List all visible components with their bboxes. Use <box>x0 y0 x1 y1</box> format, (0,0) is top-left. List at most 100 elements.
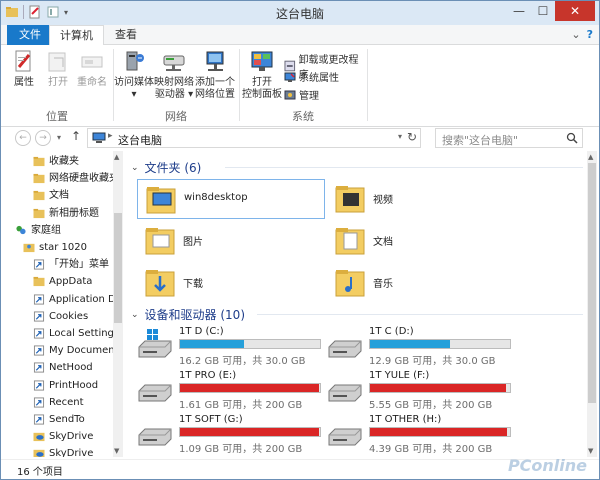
folder-icon <box>33 191 45 201</box>
scrollbar-thumb[interactable] <box>588 163 596 403</box>
drive-usage-fill <box>370 340 450 348</box>
nav-item[interactable]: star 1020 <box>1 239 113 256</box>
drive-name: 1T SOFT (G:) <box>179 414 243 425</box>
nav-item-label: Application Data <box>49 293 113 305</box>
drive-free-space: 1.09 GB 可用，共 200 GB <box>179 444 303 455</box>
nav-item[interactable]: Local Settings <box>1 325 113 342</box>
scrollbar-thumb[interactable] <box>114 213 122 323</box>
open-button[interactable]: 打开 <box>43 49 73 89</box>
content-scrollbar[interactable]: ▲ ▼ <box>587 151 597 457</box>
recent-locations-icon[interactable]: ▾ <box>57 130 61 146</box>
drive-tile[interactable]: 1T D (C:) 16.2 GB 可用，共 30.0 GB <box>135 325 325 367</box>
folder-tile[interactable]: win8desktop <box>137 179 325 219</box>
nav-item[interactable]: Cookies <box>1 308 113 325</box>
collapse-chevron-icon[interactable]: ⌄ <box>131 163 139 173</box>
map-drive-text: 驱动器 <box>154 89 185 100</box>
help-icon[interactable]: ? <box>587 28 593 41</box>
status-bar: 16 个项目 PConline <box>1 456 599 479</box>
control-panel-button[interactable]: 打开 控制面板 <box>242 49 282 101</box>
access-media-label: 访问媒体 ▾ <box>114 77 154 100</box>
hard-drive-icon <box>138 384 172 402</box>
nav-item[interactable]: SkyDrive <box>1 428 113 445</box>
nav-pane-scrollbar[interactable]: ▲ ▼ <box>113 151 123 457</box>
drive-tile[interactable]: 1T SOFT (G:) 1.09 GB 可用，共 200 GB <box>135 413 325 455</box>
nav-item[interactable]: 文档 <box>1 187 113 204</box>
rename-button[interactable]: 重命名 <box>75 49 109 89</box>
system-properties-button[interactable]: 系统属性 <box>284 69 339 84</box>
nav-item[interactable]: PrintHood <box>1 377 113 394</box>
nav-item[interactable]: 「开始」菜单 <box>1 256 113 273</box>
drive-usage-fill <box>180 340 245 348</box>
properties-button[interactable]: 属性 <box>9 49 39 89</box>
shortcut-icon <box>33 345 45 356</box>
nav-item[interactable]: 新相册标题 <box>1 205 113 222</box>
shortcut-icon <box>33 294 45 305</box>
nav-item-label: star 1020 <box>39 242 87 253</box>
folder-tile[interactable]: 下载 <box>137 263 325 303</box>
scroll-up-icon[interactable]: ▲ <box>114 153 119 161</box>
drive-usage-fill <box>370 384 506 392</box>
breadcrumb-arrow-icon[interactable]: ▸ <box>108 131 113 141</box>
tab-file[interactable]: 文件 <box>7 25 53 45</box>
folder-tile[interactable]: 视频 <box>327 179 515 219</box>
folders-section-header[interactable]: ⌄ 文件夹 (6) <box>131 159 201 176</box>
nav-item-label: Local Settings <box>49 328 113 339</box>
nav-item[interactable]: 收藏夹 <box>1 153 113 170</box>
nav-item-label: NetHood <box>49 362 93 374</box>
tab-view[interactable]: 查看 <box>105 25 147 45</box>
maximize-button[interactable]: ☐ <box>531 1 555 21</box>
back-button[interactable]: ← <box>15 130 31 146</box>
manage-button[interactable]: 管理 <box>284 87 319 102</box>
drive-usage-bar <box>179 427 321 437</box>
folder-tile[interactable]: 音乐 <box>327 263 515 303</box>
drive-name: 1T C (D:) <box>369 326 414 337</box>
folder-icon <box>33 174 45 184</box>
up-button[interactable]: ↑ <box>71 129 81 143</box>
search-icon[interactable] <box>566 132 578 144</box>
collapse-ribbon-icon[interactable]: ⌄ <box>571 28 580 41</box>
tab-computer[interactable]: 计算机 <box>49 25 104 46</box>
shortcut-icon <box>33 362 45 373</box>
scroll-down-icon[interactable]: ▼ <box>588 447 593 455</box>
nav-item[interactable]: Application Data <box>1 291 113 308</box>
scroll-down-icon[interactable]: ▼ <box>114 447 119 455</box>
nav-item[interactable]: SendTo <box>1 411 113 428</box>
shortcut-icon <box>33 259 45 270</box>
search-box[interactable]: 搜索"这台电脑" <box>435 128 583 148</box>
map-network-drive-button[interactable]: 映射网络 驱动器 ▾ <box>154 49 194 101</box>
collapse-chevron-icon[interactable]: ⌄ <box>131 310 139 320</box>
nav-item[interactable]: My Documents <box>1 342 113 359</box>
drives-section-title: 设备和驱动器 (10) <box>144 308 245 322</box>
drive-name: 1T D (C:) <box>179 326 224 337</box>
drive-tile[interactable]: 1T YULE (F:) 5.55 GB 可用，共 200 GB <box>325 369 515 411</box>
drive-free-space: 16.2 GB 可用，共 30.0 GB <box>179 356 306 367</box>
nav-item[interactable]: 家庭组 <box>1 222 113 239</box>
drive-tile[interactable]: 1T C (D:) 12.9 GB 可用，共 30.0 GB <box>325 325 515 367</box>
nav-item[interactable]: NetHood <box>1 359 113 376</box>
forward-button[interactable]: → <box>35 130 51 146</box>
add-network-location-button[interactable]: 添加一个 网络位置 <box>194 49 236 101</box>
minimize-button[interactable]: — <box>507 1 531 21</box>
item-count: 16 个项目 <box>17 467 63 478</box>
folder-name: win8desktop <box>184 192 248 203</box>
music-folder-icon <box>335 270 365 297</box>
drives-section-header[interactable]: ⌄ 设备和驱动器 (10) <box>131 306 245 323</box>
address-dropdown-icon[interactable]: ▾ <box>398 132 402 141</box>
refresh-icon[interactable]: ↻ <box>407 130 417 144</box>
drive-tile[interactable]: 1T OTHER (H:) 4.39 GB 可用，共 200 GB <box>325 413 515 455</box>
nav-item[interactable]: AppData <box>1 273 113 290</box>
nav-item[interactable]: 网络硬盘收藏夹 <box>1 170 113 187</box>
search-input[interactable]: 搜索"这台电脑" <box>442 132 518 148</box>
breadcrumb[interactable]: 这台电脑 <box>118 132 162 148</box>
nav-item[interactable]: Recent <box>1 394 113 411</box>
access-media-button[interactable]: 访问媒体 ▾ <box>114 49 154 101</box>
address-bar[interactable]: ▸ 这台电脑 ▾ ↻ <box>87 128 421 148</box>
drive-tile[interactable]: 1T PRO (E:) 1.61 GB 可用，共 200 GB <box>135 369 325 411</box>
scroll-up-icon[interactable]: ▲ <box>588 153 593 161</box>
folder-tile[interactable]: 图片 <box>137 221 325 261</box>
group-network: 访问媒体 ▾ 映射网络 驱动器 ▾ 添加一个 网络位置 网络 <box>114 45 238 127</box>
nav-item[interactable]: SkyDrive <box>1 445 113 457</box>
close-button[interactable]: ✕ <box>555 1 595 21</box>
folder-tile[interactable]: 文档 <box>327 221 515 261</box>
nav-item-label: 「开始」菜单 <box>49 259 109 271</box>
